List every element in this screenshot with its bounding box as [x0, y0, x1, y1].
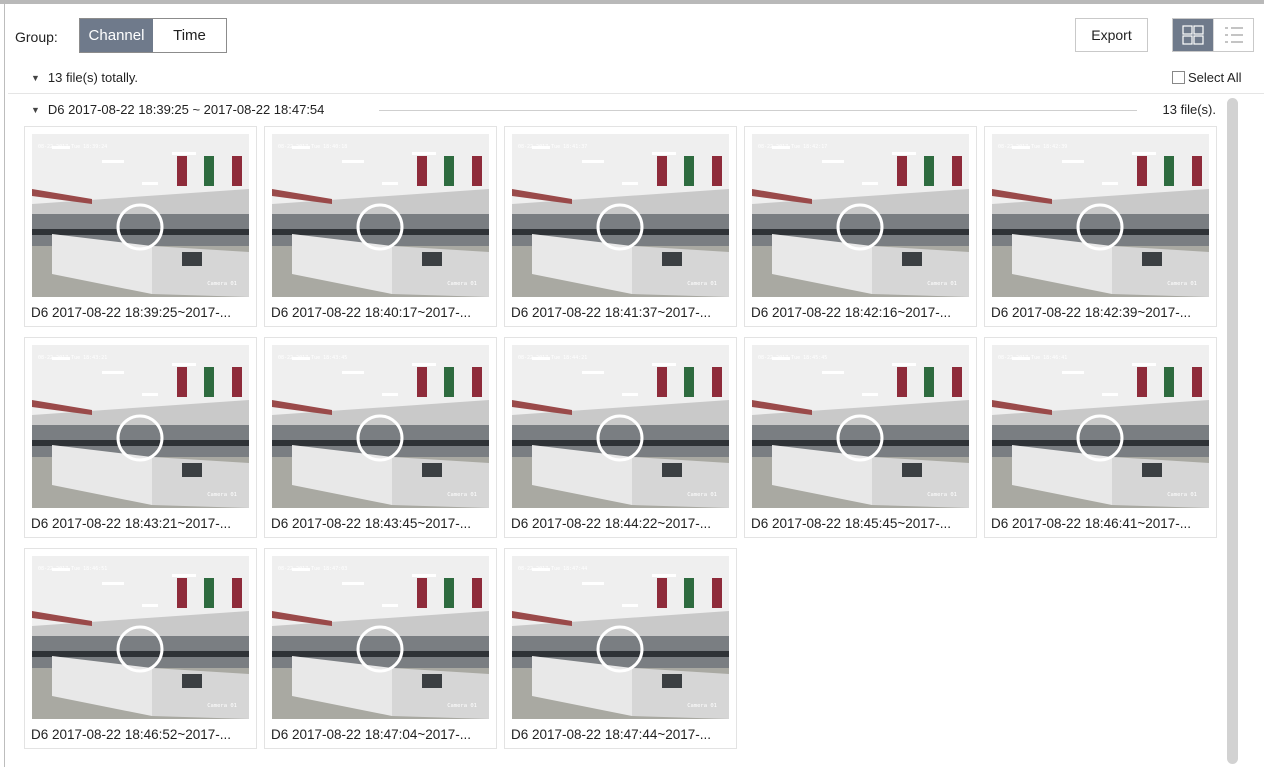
camera-snapshot-image: 08-22-2017 Tue 18:46:41 Camera 01	[992, 345, 1209, 508]
osd-timestamp: 08-22-2017 Tue 18:40:18	[278, 144, 348, 150]
camera-snapshot-image: 08-22-2017 Tue 18:42:39 Camera 01	[992, 134, 1209, 297]
file-thumbnail[interactable]: 08-22-2017 Tue 18:40:18 Camera 01 D6 2017-…	[264, 126, 497, 327]
file-caption: D6 2017-08-22 18:42:16~2017-...	[751, 305, 952, 320]
file-caption: D6 2017-08-22 18:40:17~2017-...	[271, 305, 472, 320]
file-thumbnail[interactable]: 08-22-2017 Tue 18:47:44 Camera 01 D6 2017-…	[504, 548, 737, 749]
file-thumbnail[interactable]: 08-22-2017 Tue 18:46:41 Camera 01 D6 2017-…	[984, 337, 1217, 538]
file-thumbnail[interactable]: 08-22-2017 Tue 18:43:45 Camera 01 D6 2017-…	[264, 337, 497, 538]
checkbox-box	[1172, 71, 1185, 84]
divider	[8, 93, 1264, 94]
group-mode-switch: Channel Time	[79, 18, 227, 53]
file-caption: D6 2017-08-22 18:47:04~2017-...	[271, 727, 472, 742]
osd-timestamp: 08-22-2017 Tue 18:42:17	[758, 144, 828, 150]
osd-timestamp: 08-22-2017 Tue 18:42:39	[998, 144, 1068, 150]
file-thumbnail[interactable]: 08-22-2017 Tue 18:44:21 Camera 01 D6 2017-…	[504, 337, 737, 538]
osd-timestamp: 08-22-2017 Tue 18:46:51	[38, 566, 108, 572]
osd-timestamp: 08-22-2017 Tue 18:44:21	[518, 355, 588, 361]
tab-channel[interactable]: Channel	[80, 19, 153, 52]
camera-label: Camera 01	[207, 281, 237, 287]
camera-label: Camera 01	[687, 492, 717, 498]
channel-group-header[interactable]: ▼ D6 2017-08-22 18:39:25 ~ 2017-08-22 18…	[31, 102, 324, 117]
file-caption: D6 2017-08-22 18:42:39~2017-...	[991, 305, 1192, 320]
camera-snapshot-image: 08-22-2017 Tue 18:43:45 Camera 01	[272, 345, 489, 508]
select-all-checkbox[interactable]: Select All	[1172, 70, 1241, 85]
camera-label: Camera 01	[447, 703, 477, 709]
collapse-triangle-icon: ▼	[31, 104, 40, 115]
file-thumbnail[interactable]: 08-22-2017 Tue 18:43:21 Camera 01 D6 2017-…	[24, 337, 257, 538]
camera-label: Camera 01	[207, 492, 237, 498]
camera-snapshot-image: 08-22-2017 Tue 18:47:03 Camera 01	[272, 556, 489, 719]
camera-snapshot-image: 08-22-2017 Tue 18:41:37 Camera 01	[512, 134, 729, 297]
group-file-count: 13 file(s).	[1162, 102, 1216, 117]
file-caption: D6 2017-08-22 18:43:45~2017-...	[271, 516, 472, 531]
camera-label: Camera 01	[447, 281, 477, 287]
scrollbar-thumb[interactable]	[1227, 98, 1238, 764]
camera-label: Camera 01	[927, 281, 957, 287]
file-caption: D6 2017-08-22 18:41:37~2017-...	[511, 305, 712, 320]
camera-label: Camera 01	[1167, 492, 1197, 498]
camera-snapshot-image: 08-22-2017 Tue 18:44:21 Camera 01	[512, 345, 729, 508]
group-label: Group:	[15, 29, 58, 45]
group-divider	[379, 110, 1137, 111]
camera-snapshot-image: 08-22-2017 Tue 18:45:45 Camera 01	[752, 345, 969, 508]
file-thumbnail[interactable]: 08-22-2017 Tue 18:42:39 Camera 01 D6 2017-…	[984, 126, 1217, 327]
file-thumbnail[interactable]: 08-22-2017 Tue 18:39:24 Camera 01 D6 2017-…	[24, 126, 257, 327]
grid-view-button[interactable]	[1173, 19, 1213, 51]
file-thumbnail[interactable]: 08-22-2017 Tue 18:42:17 Camera 01 D6 2017-…	[744, 126, 977, 327]
grid-view-icon	[1182, 25, 1204, 45]
file-thumbnail[interactable]: 08-22-2017 Tue 18:41:37 Camera 01 D6 2017-…	[504, 126, 737, 327]
osd-timestamp: 08-22-2017 Tue 18:45:45	[758, 355, 828, 361]
file-caption: D6 2017-08-22 18:45:45~2017-...	[751, 516, 952, 531]
osd-timestamp: 08-22-2017 Tue 18:39:24	[38, 144, 108, 150]
osd-timestamp: 08-22-2017 Tue 18:41:37	[518, 144, 588, 150]
select-all-label: Select All	[1188, 70, 1242, 85]
osd-timestamp: 08-22-2017 Tue 18:47:44	[518, 566, 588, 572]
file-thumbnail[interactable]: 08-22-2017 Tue 18:47:03 Camera 01 D6 2017-…	[264, 548, 497, 749]
camera-snapshot-image: 08-22-2017 Tue 18:43:21 Camera 01	[32, 345, 249, 508]
total-files-text: 13 file(s) totally.	[47, 70, 138, 85]
list-view-button[interactable]	[1213, 19, 1253, 51]
file-caption: D6 2017-08-22 18:44:22~2017-...	[511, 516, 712, 531]
camera-label: Camera 01	[207, 703, 237, 709]
collapse-triangle-icon: ▼	[31, 72, 40, 83]
export-button[interactable]: Export	[1075, 18, 1148, 52]
file-caption: D6 2017-08-22 18:47:44~2017-...	[511, 727, 712, 742]
left-border	[4, 4, 5, 767]
camera-label: Camera 01	[927, 492, 957, 498]
osd-timestamp: 08-22-2017 Tue 18:46:41	[998, 355, 1068, 361]
camera-label: Camera 01	[1167, 281, 1197, 287]
camera-label: Camera 01	[687, 281, 717, 287]
total-files-toggle[interactable]: ▼ 13 file(s) totally.	[31, 70, 138, 85]
osd-timestamp: 08-22-2017 Tue 18:43:21	[38, 355, 108, 361]
camera-snapshot-image: 08-22-2017 Tue 18:39:24 Camera 01	[32, 134, 249, 297]
tab-time[interactable]: Time	[153, 19, 226, 52]
camera-snapshot-image: 08-22-2017 Tue 18:42:17 Camera 01	[752, 134, 969, 297]
file-thumbnail[interactable]: 08-22-2017 Tue 18:45:45 Camera 01 D6 2017-…	[744, 337, 977, 538]
osd-timestamp: 08-22-2017 Tue 18:47:03	[278, 566, 348, 572]
file-thumbnail[interactable]: 08-22-2017 Tue 18:46:51 Camera 01 D6 2017-…	[24, 548, 257, 749]
camera-snapshot-image: 08-22-2017 Tue 18:47:44 Camera 01	[512, 556, 729, 719]
camera-label: Camera 01	[447, 492, 477, 498]
list-view-icon	[1224, 27, 1243, 43]
file-caption: D6 2017-08-22 18:43:21~2017-...	[31, 516, 232, 531]
top-border	[0, 0, 1264, 4]
camera-snapshot-image: 08-22-2017 Tue 18:46:51 Camera 01	[32, 556, 249, 719]
osd-timestamp: 08-22-2017 Tue 18:43:45	[278, 355, 348, 361]
file-caption: D6 2017-08-22 18:39:25~2017-...	[31, 305, 232, 320]
group-title: D6 2017-08-22 18:39:25 ~ 2017-08-22 18:4…	[47, 102, 325, 117]
file-caption: D6 2017-08-22 18:46:52~2017-...	[31, 727, 232, 742]
file-caption: D6 2017-08-22 18:46:41~2017-...	[991, 516, 1192, 531]
view-mode-toggle	[1172, 18, 1254, 52]
camera-label: Camera 01	[687, 703, 717, 709]
camera-snapshot-image: 08-22-2017 Tue 18:40:18 Camera 01	[272, 134, 489, 297]
